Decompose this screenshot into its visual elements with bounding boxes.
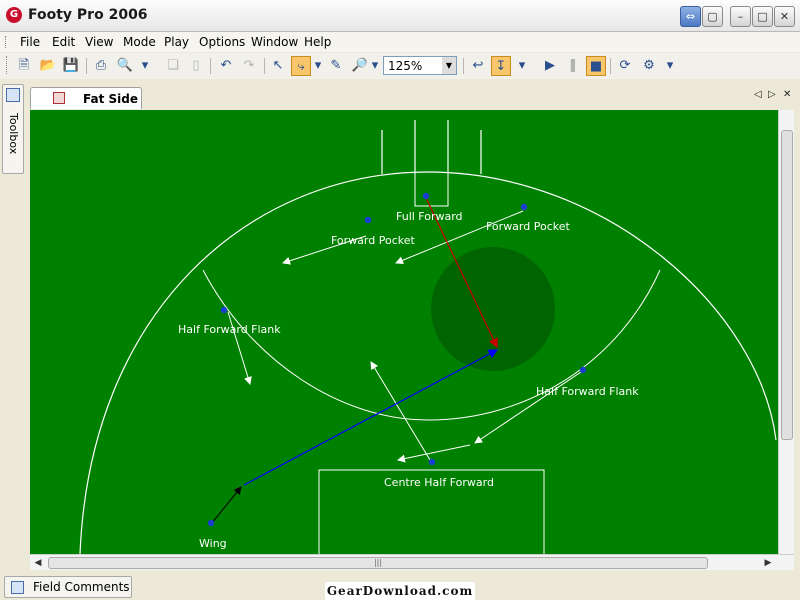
undo-icon[interactable]: ↶ — [216, 56, 236, 76]
movement-arrow — [474, 371, 582, 444]
move-left-icon[interactable]: ↩ — [468, 56, 488, 76]
print-icon[interactable]: ⎙ — [91, 56, 111, 76]
menu-view[interactable]: View — [85, 35, 113, 49]
toolbar-separator — [86, 58, 87, 74]
menu-grip[interactable] — [5, 36, 8, 48]
document-tabs: Fat Side ◁ ▷ ✕ — [26, 85, 800, 109]
copy-icon[interactable]: ❏ — [163, 56, 183, 76]
pointer-icon[interactable]: ↖ — [268, 56, 288, 76]
field-comments-tab[interactable]: Field Comments — [4, 576, 132, 598]
title-bar: G Footy Pro 2006 ⇔ ▢ – □ ✕ — [0, 0, 800, 32]
tab-fat-side[interactable]: Fat Side — [30, 87, 142, 109]
menu-mode[interactable]: Mode — [123, 35, 156, 49]
pause-icon[interactable]: ❚ — [563, 56, 583, 76]
zoom-dropdown-icon[interactable]: ▾ — [370, 56, 380, 76]
position-label: Wing — [199, 537, 227, 550]
tab-next-icon[interactable]: ▷ — [768, 89, 776, 100]
player-half-forward-flank-right — [579, 366, 587, 374]
toolbar-overflow-icon[interactable]: ▾ — [516, 56, 528, 76]
minimize-button[interactable]: – — [730, 6, 751, 27]
vertical-scrollbar[interactable] — [778, 110, 794, 554]
goal-square — [414, 172, 449, 207]
boundary-line — [79, 171, 777, 554]
zoom-icon[interactable]: 🔎 — [350, 56, 370, 76]
position-label: Centre Half Forward — [384, 476, 494, 489]
toolbox-panel: Toolbox — [2, 82, 24, 582]
menu-options[interactable]: Options — [199, 35, 245, 49]
menu-help[interactable]: Help — [304, 35, 331, 49]
toolbar-separator — [463, 58, 464, 74]
chevron-down-icon[interactable]: ▼ — [442, 57, 456, 74]
draw-arrow-dropdown-icon[interactable]: ▾ — [313, 56, 323, 76]
diagram-icon — [53, 92, 65, 104]
menu-play[interactable]: Play — [164, 35, 189, 49]
position-label: Forward Pocket — [486, 220, 570, 233]
print-preview-icon[interactable]: 🔍 — [115, 56, 135, 76]
player-wing — [207, 519, 215, 527]
toolbar-separator — [264, 58, 265, 74]
toolbar-separator — [610, 58, 611, 74]
scroll-right-icon[interactable]: ▶ — [762, 557, 774, 569]
toolbox-label: Toolbox — [7, 113, 20, 155]
paste-icon[interactable]: ▯ — [186, 56, 206, 76]
stop-icon[interactable]: ■ — [586, 56, 606, 76]
kick-path — [243, 349, 499, 486]
scroll-thumb[interactable] — [781, 130, 793, 440]
window-title: Footy Pro 2006 — [28, 7, 148, 23]
move-down-icon[interactable]: ↧ — [491, 56, 511, 76]
toolbar-grip[interactable] — [6, 56, 10, 74]
player-half-forward-flank-left — [220, 306, 228, 314]
tab-prev-icon[interactable]: ◁ — [754, 89, 762, 100]
menu-file[interactable]: File — [20, 35, 40, 49]
toolbox-icon — [6, 88, 20, 102]
zoom-value: 125% — [388, 59, 423, 73]
toolbar-overflow-icon[interactable]: ▾ — [139, 56, 151, 76]
save-icon[interactable]: 💾 — [61, 56, 81, 76]
scroll-thumb[interactable]: ||| — [48, 557, 708, 569]
app-icon: G — [6, 7, 22, 23]
comments-icon — [11, 581, 24, 594]
player-forward-pocket-right — [520, 203, 528, 211]
position-label: Forward Pocket — [331, 234, 415, 247]
playing-field[interactable]: Full Forward Forward Pocket Forward Pock… — [30, 110, 778, 554]
horizontal-scrollbar[interactable]: ◀ ||| ▶ — [30, 554, 794, 570]
menu-window[interactable]: Window — [251, 35, 298, 49]
restore-layout-button[interactable]: ⇔ — [680, 6, 701, 27]
area-select-icon[interactable]: ✎ — [326, 56, 346, 76]
position-label: Half Forward Flank — [178, 323, 281, 336]
toolbar-separator — [210, 58, 211, 74]
player-centre-half-forward — [428, 458, 436, 466]
pin-button[interactable]: ▢ — [702, 6, 723, 27]
scroll-left-icon[interactable]: ◀ — [32, 557, 44, 569]
menu-edit[interactable]: Edit — [52, 35, 75, 49]
zoom-select[interactable]: 125% ▼ — [383, 56, 457, 75]
tab-label: Fat Side — [83, 92, 138, 106]
tab-close-icon[interactable]: ✕ — [783, 89, 791, 100]
maximize-button[interactable]: □ — [752, 6, 773, 27]
player-forward-pocket-left — [364, 216, 372, 224]
play-icon[interactable]: ▶ — [540, 56, 560, 76]
field-comments-label: Field Comments — [33, 580, 130, 594]
close-button[interactable]: ✕ — [774, 6, 795, 27]
player-full-forward — [422, 192, 430, 200]
toolbox-tab[interactable]: Toolbox — [2, 84, 24, 174]
watermark: GearDownload.com — [325, 582, 475, 600]
position-label: Half Forward Flank — [536, 385, 639, 398]
redo-icon[interactable]: ↷ — [239, 56, 259, 76]
wing-lead-arrow — [211, 486, 242, 524]
refresh-icon[interactable]: ⟳ — [615, 56, 635, 76]
movement-arrow — [397, 444, 471, 463]
open-folder-icon[interactable]: 📂 — [38, 56, 58, 76]
movement-arrow — [370, 361, 431, 461]
position-label: Full Forward — [396, 210, 463, 223]
menu-bar: File Edit View Mode Play Options Window … — [0, 32, 800, 52]
new-file-icon[interactable]: 🗎 — [14, 56, 34, 76]
toolbar-overflow-icon[interactable]: ▾ — [664, 56, 676, 76]
draw-arrow-icon[interactable]: ⤷ — [291, 56, 311, 76]
settings-icon[interactable]: ⚙ — [639, 56, 659, 76]
